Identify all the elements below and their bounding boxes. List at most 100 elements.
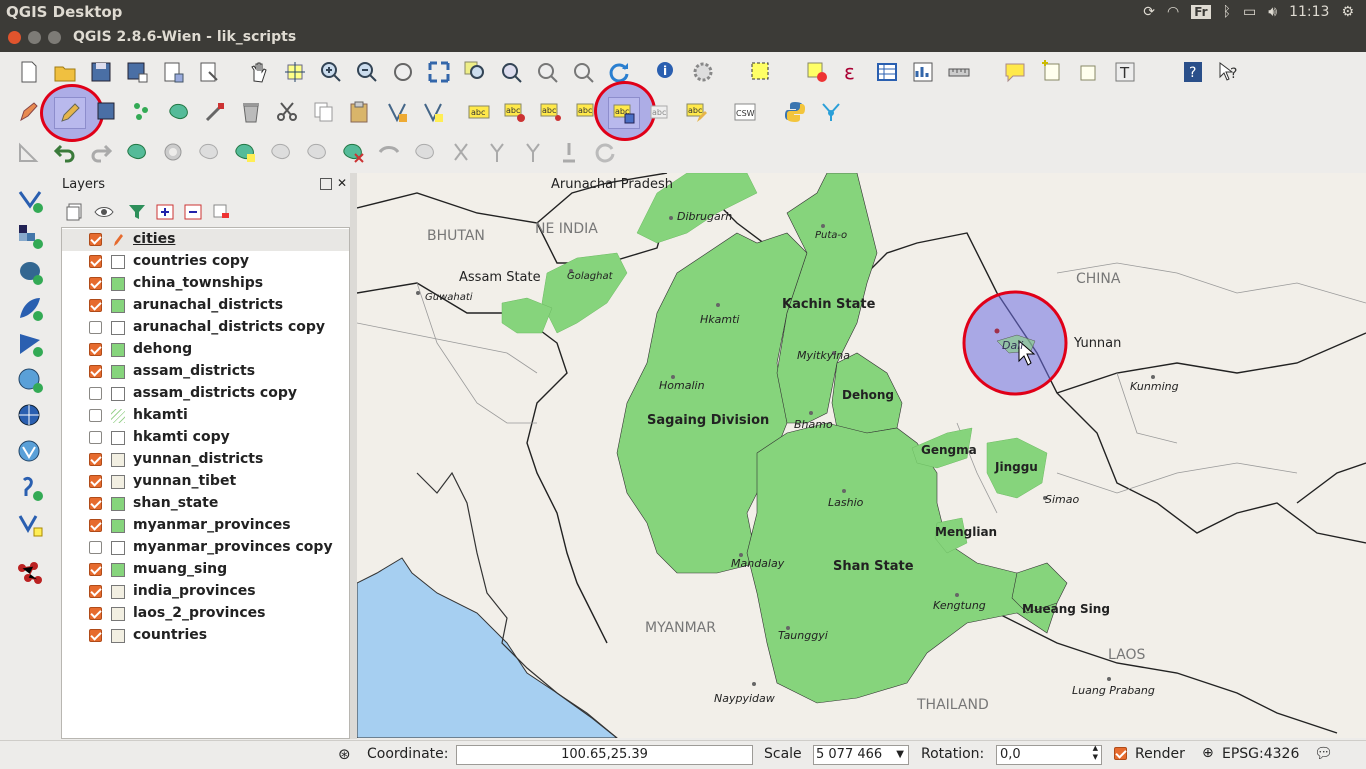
zoom-to-layer-icon[interactable] (460, 57, 490, 87)
manage-visibility-eye-icon[interactable] (93, 201, 115, 223)
filter-legend-icon[interactable] (126, 201, 148, 223)
redo-icon[interactable] (86, 137, 116, 167)
digitize-with-circular-string-icon[interactable] (418, 97, 448, 127)
layer-row[interactable]: arunachal_districts copy (62, 317, 349, 339)
layer-visibility-checkbox[interactable] (89, 541, 102, 554)
coordinate-field[interactable]: 100.65,25.39 (456, 745, 753, 765)
add-wms-layer-icon[interactable] (14, 364, 46, 396)
zoom-full-icon[interactable] (424, 57, 454, 87)
layer-row[interactable]: yunnan_tibet (62, 471, 349, 493)
add-part-icon[interactable] (194, 137, 224, 167)
digitize-with-segment-icon[interactable] (382, 97, 412, 127)
layer-visibility-checkbox[interactable] (89, 431, 102, 444)
scale-dropdown-arrow-icon[interactable]: ▼ (896, 746, 904, 764)
layer-row[interactable]: hkamti (62, 405, 349, 427)
crs-status[interactable]: EPSG:4326 (1222, 746, 1299, 762)
new-shapefile-layer-icon[interactable] (14, 508, 46, 540)
add-mssql-layer-icon[interactable] (14, 328, 46, 360)
show-bookmarks-icon[interactable] (1072, 57, 1102, 87)
merge-attributes-icon[interactable] (518, 137, 548, 167)
undock-panel-icon[interactable] (320, 178, 332, 190)
paste-features-icon[interactable] (344, 97, 374, 127)
layer-visibility-checkbox[interactable] (89, 497, 102, 510)
change-label-icon[interactable]: abc (682, 97, 712, 127)
toggle-editing-pencil-icon[interactable] (54, 97, 86, 129)
enable-advanced-digitizing-icon[interactable] (14, 137, 44, 167)
layer-visibility-checkbox[interactable] (89, 387, 102, 400)
statistical-summary-icon[interactable] (908, 57, 938, 87)
measure-line-icon[interactable] (944, 57, 974, 87)
add-raster-layer-icon[interactable] (14, 220, 46, 252)
layer-visibility-checkbox[interactable] (89, 321, 102, 334)
layer-visibility-checkbox[interactable] (89, 519, 102, 532)
add-group-icon[interactable] (64, 201, 86, 223)
layer-row[interactable]: shan_state (62, 493, 349, 515)
layer-visibility-checkbox[interactable] (89, 563, 102, 576)
copy-features-icon[interactable] (308, 97, 338, 127)
scale-combobox[interactable]: 5 077 466 ▼ (813, 745, 909, 765)
layer-row[interactable]: laos_2_provinces (62, 603, 349, 625)
delete-ring-icon[interactable] (266, 137, 296, 167)
add-virtual-layer-icon[interactable] (14, 558, 46, 590)
expand-all-icon[interactable] (154, 201, 176, 223)
layer-visibility-checkbox[interactable] (89, 365, 102, 378)
layer-row[interactable]: india_provinces (62, 581, 349, 603)
deselect-features-icon[interactable] (802, 57, 832, 87)
zoom-last-icon[interactable] (532, 57, 562, 87)
close-window-button[interactable] (8, 31, 21, 44)
run-feature-action-icon[interactable] (688, 57, 718, 87)
bluetooth-icon[interactable]: ᛒ (1223, 4, 1231, 20)
zoom-next-icon[interactable] (568, 57, 598, 87)
layer-visibility-checkbox[interactable] (89, 453, 102, 466)
rotate-label-icon[interactable]: abc (646, 97, 676, 127)
csw-metasearch-icon[interactable]: CSW (730, 97, 760, 127)
rotation-spinbox[interactable]: 0,0 ▲ ▼ (996, 744, 1102, 765)
remove-layer-icon[interactable] (210, 201, 232, 223)
clock[interactable]: 11:13 (1289, 4, 1329, 20)
add-delimited-text-layer-icon[interactable] (14, 472, 46, 504)
layer-row[interactable]: assam_districts copy (62, 383, 349, 405)
maximize-window-button[interactable] (48, 31, 61, 44)
render-checkbox[interactable] (1114, 747, 1127, 760)
log-messages-icon[interactable]: 💬︎ (1314, 744, 1333, 762)
settings-gear-icon[interactable]: ⚙ (1341, 4, 1354, 20)
new-print-composer-icon[interactable] (158, 57, 188, 87)
select-features-icon[interactable] (746, 57, 776, 87)
layer-visibility-checkbox[interactable] (89, 299, 102, 312)
open-project-icon[interactable] (50, 57, 80, 87)
layer-row[interactable]: myanmar_provinces copy (62, 537, 349, 559)
move-label-icon[interactable]: abc (608, 97, 640, 129)
undo-icon[interactable] (50, 137, 80, 167)
new-project-icon[interactable] (14, 57, 44, 87)
toggle-extents-mouse-icon[interactable]: ⊛ (338, 745, 351, 763)
layer-row[interactable]: arunachal_districts (62, 295, 349, 317)
crs-globe-icon[interactable]: ⊕ (1202, 745, 1214, 761)
layer-visibility-checkbox[interactable] (89, 343, 102, 356)
wifi-icon[interactable]: ◠ (1167, 4, 1179, 20)
add-ring-icon[interactable] (158, 137, 188, 167)
layer-row[interactable]: cities (62, 229, 349, 251)
node-tool-icon[interactable] (200, 97, 230, 127)
cut-features-icon[interactable] (272, 97, 302, 127)
save-project-icon[interactable] (86, 57, 116, 87)
minimize-window-button[interactable] (28, 31, 41, 44)
layer-visibility-checkbox[interactable] (89, 255, 102, 268)
rotate-feature-icon[interactable] (590, 137, 620, 167)
collapse-all-icon[interactable] (182, 201, 204, 223)
merge-selected-features-icon[interactable] (482, 137, 512, 167)
simplify-feature-icon[interactable] (122, 137, 152, 167)
highlight-pinned-labels-icon[interactable]: abc (500, 97, 530, 127)
move-feature-icon[interactable] (164, 97, 194, 127)
rotate-point-symbols-icon[interactable] (554, 137, 584, 167)
map-canvas[interactable]: Arunachal Pradesh BHUTAN NE INDIA Dibrug… (357, 173, 1366, 738)
layer-visibility-checkbox[interactable] (89, 233, 102, 246)
rotation-stepper-icon[interactable]: ▲ ▼ (1093, 744, 1098, 762)
new-bookmark-icon[interactable] (1036, 57, 1066, 87)
map-tips-icon[interactable] (1000, 57, 1030, 87)
layer-visibility-checkbox[interactable] (89, 607, 102, 620)
add-wcs-layer-icon[interactable] (14, 400, 46, 432)
battery-icon[interactable]: ▭ (1243, 4, 1256, 20)
split-parts-icon[interactable] (446, 137, 476, 167)
add-vector-layer-icon[interactable] (14, 184, 46, 216)
layer-row[interactable]: countries copy (62, 251, 349, 273)
